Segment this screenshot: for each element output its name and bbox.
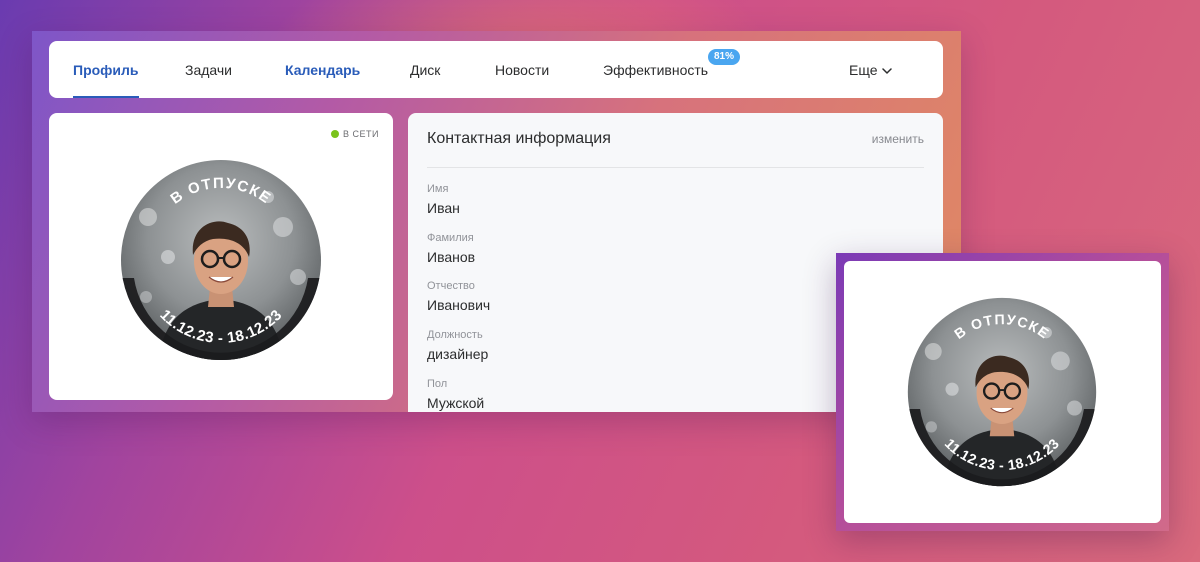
field-last-name: Фамилия Иванов: [427, 232, 475, 265]
chevron-down-icon: [881, 68, 892, 75]
tab-efficiency[interactable]: Эффективность: [603, 41, 708, 98]
efficiency-badge: 81%: [708, 49, 741, 65]
avatar-preview: В ОТПУСКЕ 11.12.23 - 18.12.23: [907, 297, 1097, 487]
tab-bar: Профиль Задачи Календарь Диск Новости Эф…: [49, 41, 943, 98]
avatar[interactable]: В ОТПУСКЕ 11.12.23 - 18.12.23: [118, 157, 324, 363]
contact-title: Контактная информация: [427, 130, 611, 147]
avatar-preview-frame: В ОТПУСКЕ 11.12.23 - 18.12.23: [836, 253, 1169, 531]
edit-link[interactable]: изменить: [872, 132, 924, 146]
field-value: Иванов: [427, 249, 476, 265]
tab-news[interactable]: Новости: [495, 41, 549, 98]
avatar-preview-container: В ОТПУСКЕ 11.12.23 - 18.12.23: [905, 295, 1099, 494]
field-position: Должность дизайнер: [427, 329, 488, 362]
avatar-preview-card: В ОТПУСКЕ 11.12.23 - 18.12.23: [844, 261, 1161, 523]
online-label: В СЕТИ: [343, 129, 379, 139]
field-value: Иван: [427, 200, 460, 216]
field-label: Должность: [427, 329, 483, 341]
online-dot-icon: [331, 130, 340, 138]
field-label: Пол: [427, 378, 448, 390]
field-patronymic: Отчество Иванович: [427, 280, 490, 313]
divider: [427, 167, 924, 168]
online-status: В СЕТИ: [331, 129, 379, 139]
field-value: Иванович: [427, 297, 491, 313]
tab-profile[interactable]: Профиль: [73, 41, 139, 98]
field-gender: Пол Мужской: [427, 378, 484, 411]
field-label: Отчество: [427, 280, 475, 292]
more-menu-button[interactable]: Еще: [849, 41, 892, 98]
profile-card: В СЕТИ В ОТПУСКЕ 11.12.23 - 18.12.23: [49, 113, 393, 400]
field-value: Мужской: [427, 395, 485, 411]
field-label: Имя: [427, 183, 449, 195]
field-label: Фамилия: [427, 232, 474, 244]
more-label: Еще: [849, 62, 878, 78]
field-first-name: Имя Иван: [427, 183, 460, 216]
profile-window: Профиль Задачи Календарь Диск Новости Эф…: [32, 31, 961, 412]
avatar-container: В ОТПУСКЕ 11.12.23 - 18.12.23: [118, 157, 324, 368]
field-value: дизайнер: [427, 346, 489, 362]
tab-tasks[interactable]: Задачи: [185, 41, 232, 98]
tab-calendar[interactable]: Календарь: [285, 41, 360, 98]
tab-disk[interactable]: Диск: [410, 41, 440, 98]
